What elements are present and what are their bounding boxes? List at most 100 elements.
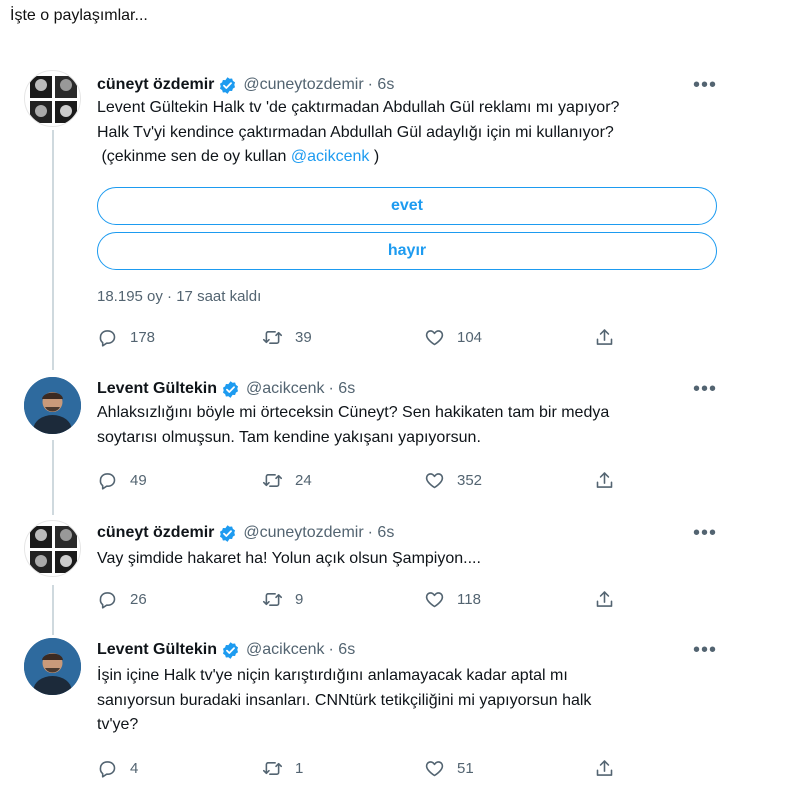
author-handle[interactable]: @cuneytozdemir xyxy=(243,76,363,94)
avatar[interactable] xyxy=(24,377,81,434)
reply-count: 49 xyxy=(130,471,147,489)
more-icon[interactable]: ••• xyxy=(693,522,716,544)
tweet-time: · 6s xyxy=(328,380,356,397)
like-button[interactable]: 51 xyxy=(424,756,474,780)
tweet-actions: 49 24 352 xyxy=(97,468,637,492)
heart-icon xyxy=(425,472,444,488)
tweet-text-line: sanıyorsun buradaki insanları. CNNtürk t… xyxy=(97,691,592,709)
share-button[interactable] xyxy=(594,756,627,780)
retweet-button[interactable]: 24 xyxy=(262,468,312,492)
retweet-count: 1 xyxy=(295,759,304,777)
author-name[interactable]: Levent Gültekin xyxy=(97,380,217,398)
tweet-header: Levent Gültekin @acikcenk · 6s xyxy=(97,378,355,400)
reply-count: 4 xyxy=(130,759,139,777)
retweet-count: 39 xyxy=(295,328,312,346)
share-icon xyxy=(596,471,613,488)
tweet-text-line: (çekinme sen de oy kullan @acikcenk ) xyxy=(97,148,380,165)
heart-icon xyxy=(425,760,444,776)
tweet-header: Levent Gültekin @acikcenk · 6s xyxy=(97,639,355,661)
reply-button[interactable]: 26 xyxy=(97,587,147,611)
tweet-time: · 6s xyxy=(367,524,395,541)
tweet-text-line: Vay şimdide hakaret ha! Yolun açık olsun… xyxy=(97,550,481,567)
verified-badge-icon xyxy=(220,76,236,94)
poll-info: 18.195 oy · 17 saat kaldı xyxy=(97,288,262,305)
tweet-time: · 6s xyxy=(367,76,395,93)
author-handle[interactable]: @acikcenk xyxy=(246,641,325,659)
author-handle[interactable]: @cuneytozdemir xyxy=(243,524,363,542)
verified-badge-icon xyxy=(223,380,239,398)
tweet-text: İşin içine Halk tv'ye niçin karıştırdığı… xyxy=(97,664,737,738)
tweet-header: cüneyt özdemir @cuneytozdemir · 6s xyxy=(97,74,394,96)
author-name[interactable]: cüneyt özdemir xyxy=(97,76,214,94)
retweet-count: 24 xyxy=(295,471,312,489)
author-name[interactable]: Levent Gültekin xyxy=(97,641,217,659)
avatar[interactable] xyxy=(24,520,81,577)
share-icon xyxy=(596,590,613,607)
reply-icon xyxy=(99,329,116,347)
share-button[interactable] xyxy=(594,468,627,492)
like-count: 118 xyxy=(457,590,481,608)
tweet-actions: 178 39 104 xyxy=(97,325,637,349)
tweet-text: Vay şimdide hakaret ha! Yolun açık olsun… xyxy=(97,547,737,572)
author-name[interactable]: cüneyt özdemir xyxy=(97,524,214,542)
tweet-text-line: soytarısı olmuşsun. Tam kendine yakışanı… xyxy=(97,428,481,446)
retweet-icon xyxy=(262,761,283,775)
poll-option-evet[interactable]: evet xyxy=(97,187,717,225)
like-button[interactable]: 104 xyxy=(424,325,482,349)
poll-option-hayir[interactable]: hayır xyxy=(97,232,717,270)
reply-button[interactable]: 4 xyxy=(97,756,138,780)
retweet-icon xyxy=(262,473,283,487)
retweet-button[interactable]: 1 xyxy=(262,756,303,780)
retweet-icon xyxy=(262,330,283,344)
more-icon[interactable]: ••• xyxy=(693,378,716,400)
reply-icon xyxy=(99,472,116,490)
share-button[interactable] xyxy=(594,587,627,611)
like-count: 104 xyxy=(457,328,483,346)
thread-line xyxy=(52,130,54,370)
more-icon[interactable]: ••• xyxy=(693,74,716,96)
like-count: 352 xyxy=(457,471,483,489)
avatar-image xyxy=(30,76,77,123)
share-button[interactable] xyxy=(594,325,627,349)
thread-line xyxy=(52,585,54,635)
reply-icon xyxy=(99,591,116,609)
avatar-image xyxy=(24,377,81,434)
retweet-button[interactable]: 9 xyxy=(262,587,303,611)
share-icon xyxy=(596,759,613,776)
heart-icon xyxy=(425,591,444,607)
mention-link[interactable]: @acikcenk xyxy=(291,148,370,165)
tweet-actions: 4 1 51 xyxy=(97,756,637,780)
more-icon[interactable]: ••• xyxy=(693,639,716,661)
heart-icon xyxy=(425,329,444,345)
verified-badge-icon xyxy=(220,524,236,542)
tweet-text: Levent Gültekin Halk tv 'de çaktırmadan … xyxy=(97,96,737,170)
verified-badge-icon xyxy=(223,641,239,659)
share-icon xyxy=(596,328,613,345)
reply-button[interactable]: 49 xyxy=(97,468,147,492)
avatar[interactable] xyxy=(24,70,81,127)
tweet-text-line: tv'ye? xyxy=(97,716,139,733)
tweet-header: cüneyt özdemir @cuneytozdemir · 6s xyxy=(97,522,394,544)
retweet-count: 9 xyxy=(295,590,304,608)
like-count: 51 xyxy=(457,759,474,777)
tweet-time: · 6s xyxy=(328,641,356,658)
avatar-image xyxy=(30,526,77,573)
tweet-thread: cüneyt özdemir @cuneytozdemir · 6s ••• L… xyxy=(0,0,787,793)
reply-count: 178 xyxy=(130,328,156,346)
tweet-text-line: Levent Gültekin Halk tv 'de çaktırmadan … xyxy=(97,99,620,116)
like-button[interactable]: 118 xyxy=(424,587,481,611)
author-handle[interactable]: @acikcenk xyxy=(246,380,325,398)
retweet-button[interactable]: 39 xyxy=(262,325,312,349)
reply-icon xyxy=(99,760,116,778)
retweet-icon xyxy=(262,592,283,606)
tweet-text: Ahlaksızlığını böyle mi örteceksin Cüney… xyxy=(97,401,737,450)
like-button[interactable]: 352 xyxy=(424,468,482,492)
avatar[interactable] xyxy=(24,638,81,695)
thread-line xyxy=(52,440,54,515)
avatar-image xyxy=(24,638,81,695)
reply-button[interactable]: 178 xyxy=(97,325,155,349)
tweet-actions: 26 9 118 xyxy=(97,587,637,611)
tweet-text-line: Halk Tv'yi kendince çaktırmadan Abdullah… xyxy=(97,123,614,141)
tweet-text-line: İşin içine Halk tv'ye niçin karıştırdığı… xyxy=(97,667,568,684)
tweet-text-line: Ahlaksızlığını böyle mi örteceksin Cüney… xyxy=(97,404,610,421)
